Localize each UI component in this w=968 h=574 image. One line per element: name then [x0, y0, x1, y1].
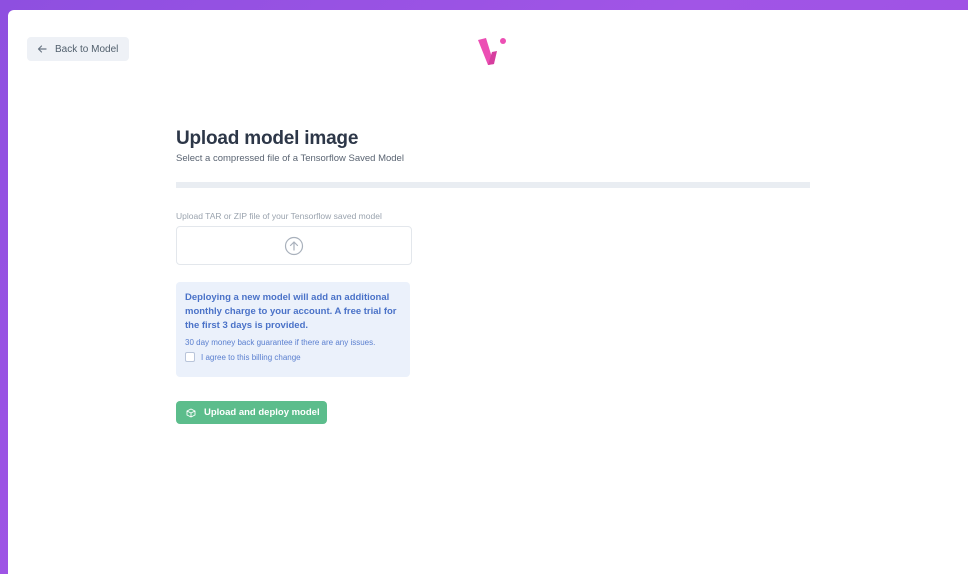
back-button-label: Back to Model — [55, 43, 119, 55]
deploy-button-label: Upload and deploy model — [204, 407, 320, 418]
upload-field-label: Upload TAR or ZIP file of your Tensorflo… — [176, 211, 382, 221]
page-subtitle: Select a compressed file of a Tensorflow… — [176, 153, 404, 164]
page-title: Upload model image — [176, 128, 359, 149]
agree-checkbox[interactable] — [185, 352, 195, 362]
app-window: Back to Model Upload model image Select … — [8, 10, 968, 574]
money-back-text: 30 day money back guarantee if there are… — [185, 338, 376, 347]
file-upload-dropzone[interactable] — [176, 226, 412, 265]
partially-rendered-tabs — [176, 182, 810, 188]
cube-icon — [186, 408, 196, 417]
billing-notice: Deploying a new model will add an additi… — [176, 282, 410, 377]
billing-notice-text: Deploying a new model will add an additi… — [185, 292, 397, 331]
upload-and-deploy-button[interactable]: Upload and deploy model — [176, 401, 327, 424]
agree-label[interactable]: I agree to this billing change — [201, 353, 301, 362]
agree-row[interactable]: I agree to this billing change — [185, 352, 401, 362]
v-logo-icon — [476, 37, 510, 74]
arrow-left-icon — [37, 45, 47, 53]
upload-arrow-icon — [284, 236, 304, 255]
back-to-model-button[interactable]: Back to Model — [27, 37, 129, 61]
